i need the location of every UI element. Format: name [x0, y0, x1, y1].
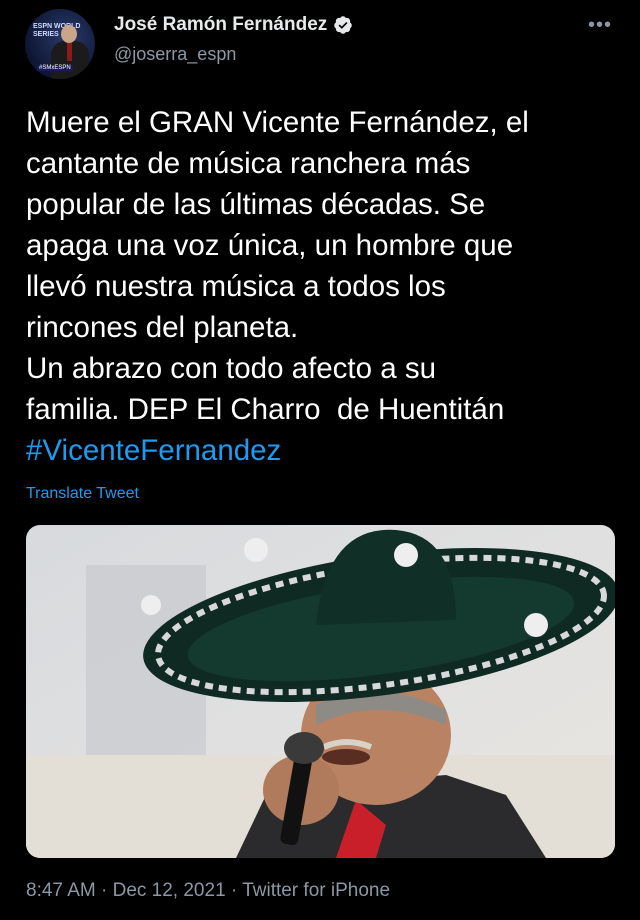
translate-tweet-link[interactable]: Translate Tweet [26, 485, 139, 503]
verified-badge-icon [334, 16, 353, 34]
meta-separator: · [101, 880, 108, 901]
tweet-time[interactable]: 8:47 AM [26, 880, 96, 901]
tweet-source[interactable]: Twitter for iPhone [242, 880, 390, 901]
tweet-date[interactable]: Dec 12, 2021 [113, 880, 226, 901]
author-handle[interactable]: @joserra_espn [114, 44, 236, 65]
author-avatar[interactable]: ESPN WORLD SERIES #SMxESPN [25, 9, 95, 79]
avatar-person-tie [67, 43, 72, 61]
tweet-photo-singer [26, 525, 615, 858]
avatar-badge: #SMxESPN [37, 65, 73, 71]
author-name-row[interactable]: José Ramón Fernández [114, 14, 353, 36]
hashtag-link[interactable]: #VicenteFernandez [26, 434, 281, 468]
tweet-metadata: 8:47 AM · Dec 12, 2021 · Twitter for iPh… [26, 880, 390, 902]
more-options-icon[interactable]: ••• [588, 14, 612, 37]
author-display-name[interactable]: José Ramón Fernández [114, 14, 327, 36]
tweet-text: Muere el GRAN Vicente Fernández, el cant… [26, 106, 529, 426]
avatar-person-head [61, 25, 77, 43]
tweet-image[interactable] [26, 525, 615, 858]
meta-separator: · [230, 880, 238, 901]
